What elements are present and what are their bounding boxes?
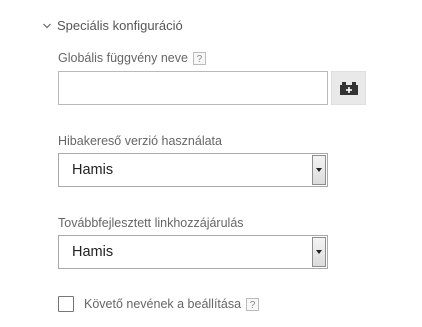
variable-picker-button[interactable] [331, 71, 366, 105]
tracker-name-row: Követő nevének a beállítása ? [58, 296, 260, 312]
section-toggle[interactable]: Speciális konfiguráció [42, 18, 183, 33]
debug-version-select[interactable]: Hamis [58, 153, 328, 187]
chevron-down-icon [43, 23, 51, 28]
global-function-label-text: Globális függvény neve [58, 51, 188, 65]
debug-version-value: Hamis [72, 162, 114, 178]
help-icon[interactable]: ? [246, 297, 260, 311]
help-icon[interactable]: ? [192, 51, 206, 65]
advanced-configuration-panel: Speciális konfiguráció Globális függvény… [0, 0, 422, 327]
enhanced-link-select[interactable]: Hamis [58, 235, 328, 269]
tracker-name-checkbox[interactable] [58, 296, 74, 312]
debug-version-label: Hibakereső verzió használata [58, 134, 222, 148]
enhanced-link-value: Hamis [72, 244, 114, 260]
debug-version-label-text: Hibakereső verzió használata [58, 134, 222, 148]
global-function-input[interactable] [58, 71, 328, 105]
enhanced-link-label-text: Továbbfejlesztett linkhozzájárulás [58, 216, 244, 230]
dropdown-arrow-icon[interactable] [312, 155, 326, 185]
tracker-name-label[interactable]: Követő nevének a beállítása [84, 297, 241, 311]
global-function-label: Globális függvény neve ? [58, 51, 206, 65]
dropdown-arrow-icon[interactable] [312, 237, 326, 267]
enhanced-link-label: Továbbfejlesztett linkhozzájárulás [58, 216, 244, 230]
section-title: Speciális konfiguráció [57, 18, 183, 33]
variable-picker-icon [339, 82, 358, 95]
